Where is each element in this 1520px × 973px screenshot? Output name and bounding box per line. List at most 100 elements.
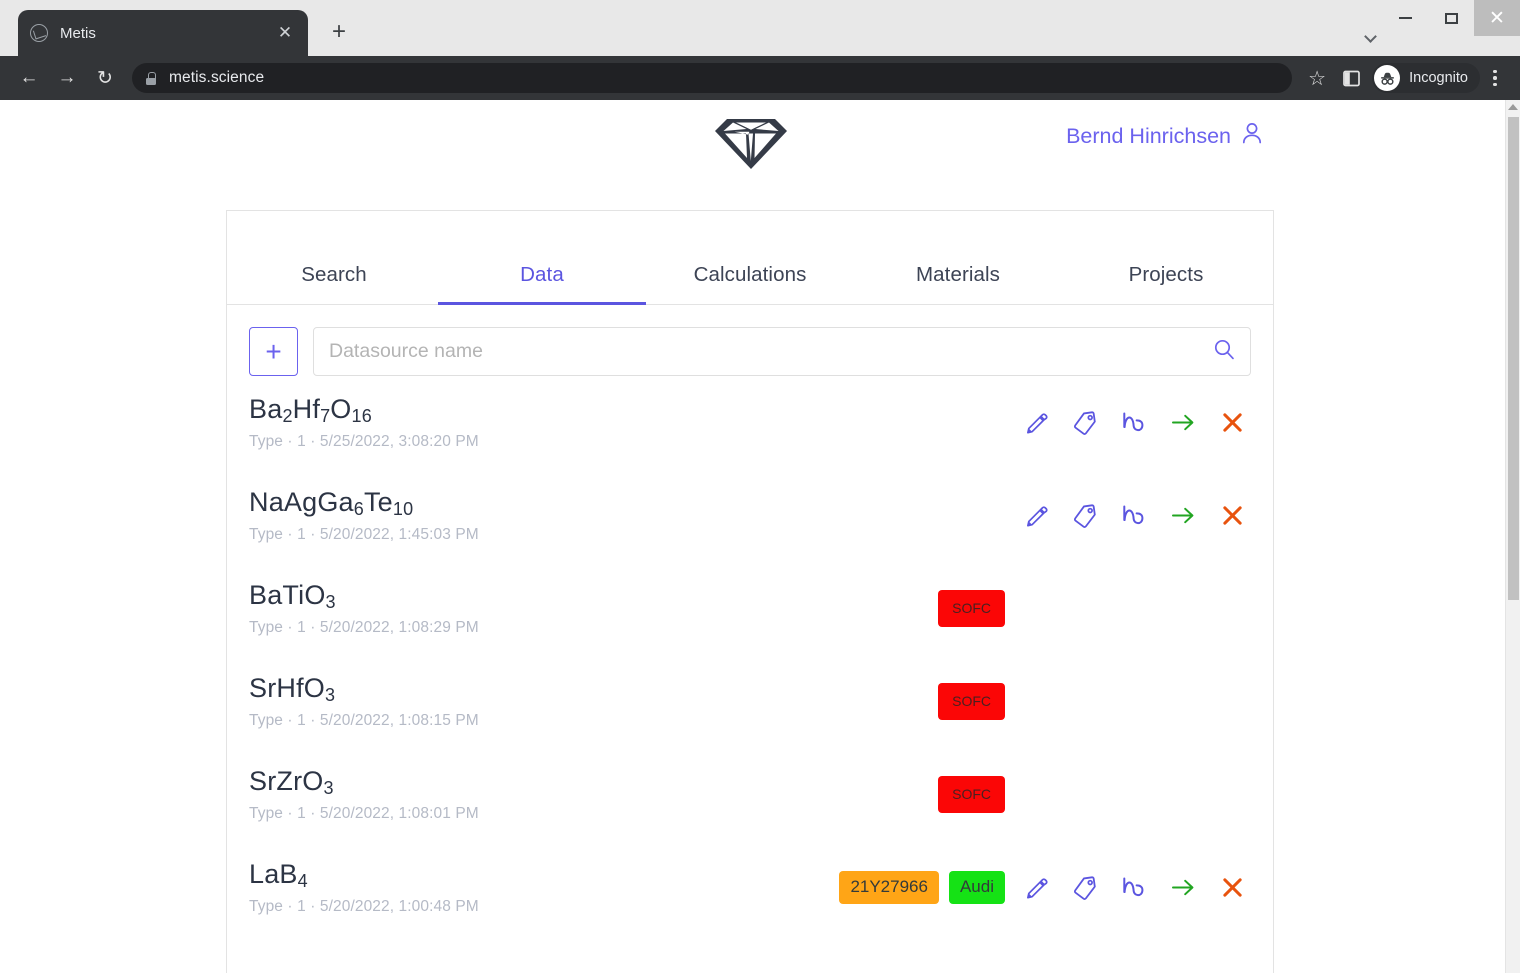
- tab-calculations[interactable]: Calculations: [646, 263, 854, 304]
- tab-search-button[interactable]: [1358, 26, 1382, 50]
- tab-data[interactable]: Data: [438, 263, 646, 305]
- back-button[interactable]: ←: [10, 59, 48, 97]
- browser-tab[interactable]: Metis ✕: [18, 10, 308, 56]
- site-header: Bernd Hinrichsen: [0, 100, 1505, 210]
- minimize-icon: [1398, 17, 1412, 19]
- person-icon: [1242, 122, 1262, 150]
- close-icon[interactable]: ✕: [274, 22, 296, 44]
- datasource-formula: Ba2Hf7O16: [249, 394, 372, 427]
- move-arrow-icon[interactable]: [1170, 875, 1196, 901]
- edit-pencil-icon[interactable]: [1023, 410, 1049, 436]
- tag-badge[interactable]: 21Y27966: [839, 871, 939, 904]
- delete-x-icon[interactable]: [1219, 875, 1245, 901]
- datasource-row[interactable]: SrHfO3 Type · 1 · 5/20/2022, 1:08:15 PM SO…: [249, 655, 1251, 748]
- forward-button[interactable]: →: [48, 59, 86, 97]
- tag-icon[interactable]: [1072, 503, 1098, 529]
- tag-badge[interactable]: Audi: [948, 871, 1005, 904]
- edit-pencil-icon[interactable]: [1023, 875, 1049, 901]
- nav-tabs: Search Data Calculations Materials Projects: [227, 211, 1273, 305]
- search-row: +: [227, 305, 1273, 376]
- edit-pencil-icon[interactable]: [1023, 503, 1049, 529]
- plot-curve-icon[interactable]: [1121, 410, 1147, 436]
- tab-projects[interactable]: Projects: [1062, 263, 1270, 304]
- datasource-meta: Type · 1 · 5/20/2022, 1:00:48 PM: [249, 897, 479, 915]
- window-close-button[interactable]: ✕: [1474, 0, 1520, 36]
- tab-search[interactable]: Search: [230, 263, 438, 304]
- datasource-formula: SrZrO3: [249, 766, 334, 799]
- datasource-list: Ba2Hf7O16 Type · 1 · 5/25/2022, 3:08:20 P…: [227, 376, 1273, 934]
- search-box[interactable]: [313, 327, 1251, 376]
- search-input[interactable]: [329, 340, 1213, 363]
- row-actions: [1023, 410, 1251, 436]
- datasource-row[interactable]: SrZrO3 Type · 1 · 5/20/2022, 1:08:01 PM SO…: [249, 748, 1251, 841]
- move-arrow-icon[interactable]: [1170, 503, 1196, 529]
- tag-badge[interactable]: SOFC: [938, 776, 1005, 813]
- address-bar[interactable]: metis.science: [132, 63, 1293, 93]
- incognito-indicator[interactable]: Incognito: [1372, 63, 1480, 93]
- minimize-button[interactable]: [1382, 0, 1428, 36]
- datasource-formula: NaAgGa6Te10: [249, 487, 414, 520]
- datasource-row[interactable]: BaTiO3 Type · 1 · 5/20/2022, 1:08:29 PM SO…: [249, 562, 1251, 655]
- datasource-row-main: LaB4 Type · 1 · 5/20/2022, 1:00:48 PM: [249, 859, 839, 916]
- tag-list: 21Y27966 Audi: [839, 871, 1005, 904]
- page-scrollbar[interactable]: [1505, 100, 1520, 973]
- datasource-row-main: SrHfO3 Type · 1 · 5/20/2022, 1:08:15 PM: [249, 673, 938, 730]
- browser-titlebar: Metis ✕ + ✕: [0, 0, 1520, 56]
- tab-materials[interactable]: Materials: [854, 263, 1062, 304]
- maximize-icon: [1444, 12, 1458, 24]
- browser-toolbar: ← → ↻ metis.science ☆ Incognito: [0, 56, 1520, 100]
- browser-tabstrip: Metis ✕ +: [0, 0, 1250, 56]
- incognito-label: Incognito: [1409, 70, 1468, 86]
- datasource-meta: Type · 1 · 5/20/2022, 1:08:15 PM: [249, 711, 479, 729]
- datasource-formula: SrHfO3: [249, 673, 336, 706]
- tag-list: SOFC: [938, 683, 1005, 720]
- window-controls: ✕: [1382, 0, 1520, 36]
- scrollbar-thumb[interactable]: [1508, 117, 1519, 600]
- tag-list: SOFC: [938, 590, 1005, 627]
- scroll-up-arrow-icon[interactable]: [1508, 104, 1518, 110]
- diamond-logo-icon[interactable]: [711, 111, 791, 171]
- browser-tab-title: Metis: [60, 24, 96, 42]
- datasource-row-main: SrZrO3 Type · 1 · 5/20/2022, 1:08:01 PM: [249, 766, 938, 823]
- tag-badge[interactable]: SOFC: [938, 683, 1005, 720]
- datasource-formula: BaTiO3: [249, 580, 336, 613]
- row-actions: [1023, 503, 1251, 529]
- address-bar-url: metis.science: [169, 69, 265, 86]
- datasource-meta: Type · 1 · 5/20/2022, 1:45:03 PM: [249, 525, 479, 543]
- datasource-row-main: BaTiO3 Type · 1 · 5/20/2022, 1:08:29 PM: [249, 580, 938, 637]
- favicon-icon: [30, 24, 48, 42]
- delete-x-icon[interactable]: [1219, 410, 1245, 436]
- datasource-meta: Type · 1 · 5/25/2022, 3:08:20 PM: [249, 432, 479, 450]
- plot-curve-icon[interactable]: [1121, 875, 1147, 901]
- tag-icon[interactable]: [1072, 875, 1098, 901]
- tag-icon[interactable]: [1072, 410, 1098, 436]
- tag-badge[interactable]: SOFC: [938, 590, 1005, 627]
- datasource-row-main: NaAgGa6Te10 Type · 1 · 5/20/2022, 1:45:03…: [249, 487, 1005, 544]
- side-panel-icon[interactable]: [1334, 61, 1368, 95]
- delete-x-icon[interactable]: [1219, 503, 1245, 529]
- move-arrow-icon[interactable]: [1170, 410, 1196, 436]
- content-card: Search Data Calculations Materials Projects …: [226, 210, 1274, 973]
- add-datasource-button[interactable]: +: [249, 327, 298, 376]
- datasource-row[interactable]: NaAgGa6Te10 Type · 1 · 5/20/2022, 1:45:03…: [249, 469, 1251, 562]
- window-close-icon: ✕: [1489, 7, 1505, 29]
- maximize-button[interactable]: [1428, 0, 1474, 36]
- page-content: Bernd Hinrichsen Search Data Calculations M…: [0, 100, 1505, 973]
- reload-button[interactable]: ↻: [86, 59, 124, 97]
- datasource-formula: LaB4: [249, 859, 308, 892]
- plot-curve-icon[interactable]: [1121, 503, 1147, 529]
- datasource-row[interactable]: Ba2Hf7O16 Type · 1 · 5/25/2022, 3:08:20 P…: [249, 376, 1251, 469]
- lock-icon: [146, 71, 156, 85]
- datasource-row-main: Ba2Hf7O16 Type · 1 · 5/25/2022, 3:08:20 P…: [249, 394, 1005, 451]
- incognito-icon: [1374, 65, 1401, 91]
- datasource-row[interactable]: LaB4 Type · 1 · 5/20/2022, 1:00:48 PM 21Y2…: [249, 841, 1251, 934]
- chevron-down-icon: [1363, 29, 1377, 43]
- browser-menu-button[interactable]: [1480, 69, 1510, 87]
- user-name-label: Bernd Hinrichsen: [1066, 123, 1231, 148]
- bookmark-star-icon[interactable]: ☆: [1300, 61, 1334, 95]
- datasource-meta: Type · 1 · 5/20/2022, 1:08:29 PM: [249, 618, 479, 636]
- search-icon[interactable]: [1213, 338, 1235, 365]
- tag-list: SOFC: [938, 776, 1005, 813]
- user-menu[interactable]: Bernd Hinrichsen: [1066, 122, 1262, 150]
- new-tab-button[interactable]: +: [326, 20, 352, 46]
